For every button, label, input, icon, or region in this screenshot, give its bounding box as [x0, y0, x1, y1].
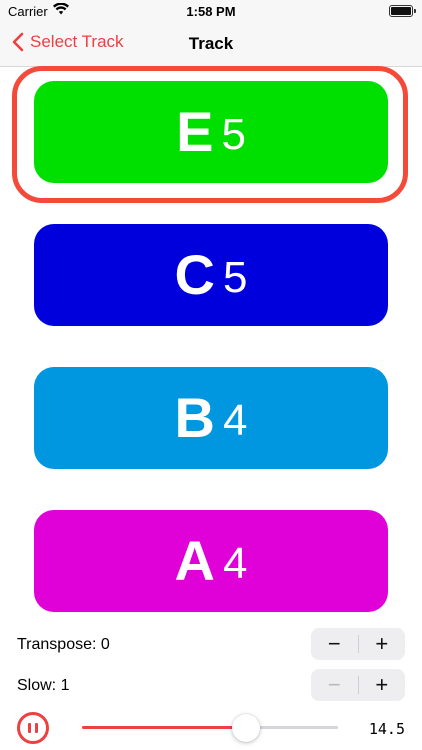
note-letter: A [174, 529, 215, 592]
note-tile-c5[interactable]: C 5 [34, 224, 388, 326]
pause-button[interactable] [17, 712, 49, 744]
note-letter: B [174, 386, 215, 449]
note-tile-b4[interactable]: B 4 [34, 367, 388, 469]
note-octave: 5 [221, 110, 246, 159]
playback-row: 14.5 [0, 706, 422, 750]
transpose-stepper: − + [311, 628, 405, 660]
note-octave: 4 [222, 396, 248, 445]
slow-increment-button[interactable]: + [359, 669, 406, 701]
note-list: E 5 C 5 B 4 A 4 [0, 66, 422, 614]
note-octave: 5 [222, 253, 248, 302]
note-octave: 4 [222, 539, 248, 588]
status-bar: Carrier 1:58 PM [0, 0, 422, 22]
slow-label: Slow: 1 [17, 677, 70, 694]
screen: Carrier 1:58 PM Select Track Track E 5 C… [0, 0, 422, 750]
battery-icon [389, 5, 416, 17]
note-letter: E [176, 100, 214, 163]
note-tile-e5[interactable]: E 5 [34, 81, 388, 183]
page-title: Track [188, 34, 234, 53]
status-time: 1:58 PM [186, 4, 236, 19]
top-bar: Carrier 1:58 PM Select Track Track [0, 0, 422, 67]
slider-thumb[interactable] [231, 714, 260, 742]
slow-decrement-button[interactable]: − [311, 669, 358, 701]
navigation-bar: Select Track Track [0, 22, 422, 66]
slider-value: 14.5 [368, 720, 405, 738]
note-tile-a4[interactable]: A 4 [34, 510, 388, 612]
transpose-label: Transpose: 0 [17, 636, 110, 653]
transpose-decrement-button[interactable]: − [311, 628, 358, 660]
transpose-increment-button[interactable]: + [359, 628, 406, 660]
slow-row: Slow: 1 − + [0, 669, 422, 703]
slider-fill [82, 726, 246, 729]
slow-stepper: − + [311, 669, 405, 701]
playback-slider[interactable] [82, 714, 338, 742]
transpose-row: Transpose: 0 − + [0, 628, 422, 662]
note-letter: C [174, 243, 215, 306]
